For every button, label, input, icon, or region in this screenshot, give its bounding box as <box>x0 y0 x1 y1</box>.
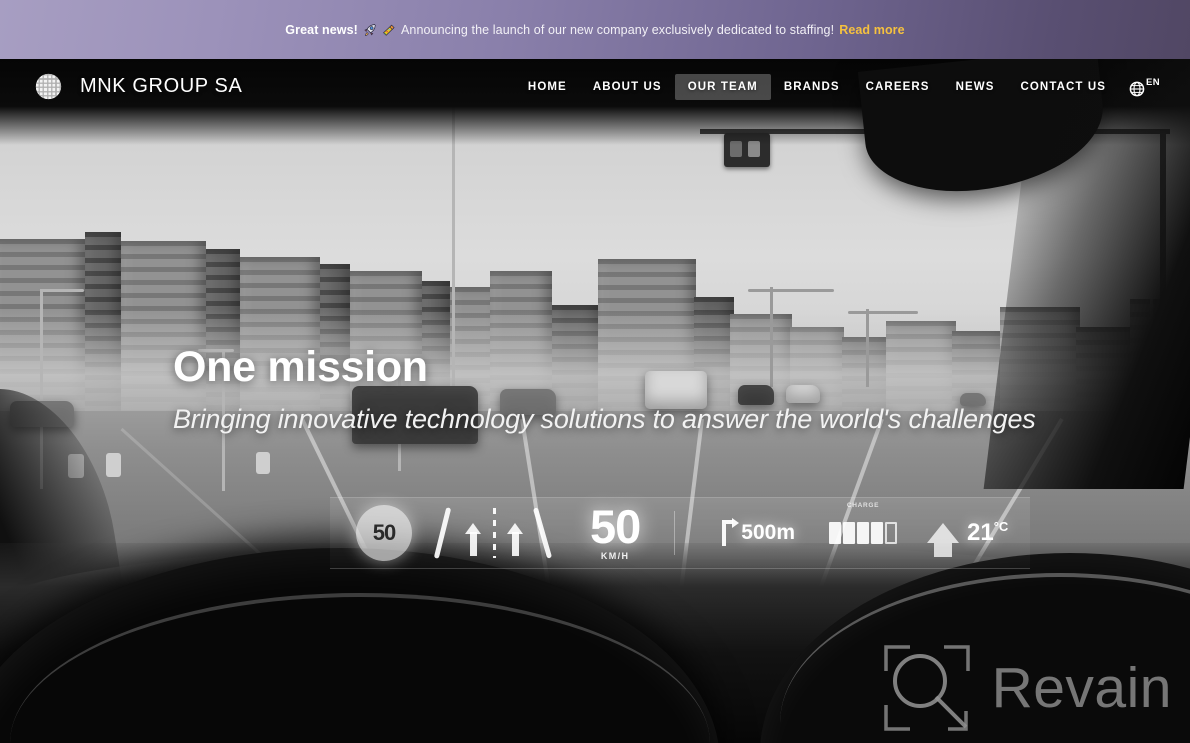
speed-limit-sign: 50 <box>356 505 412 561</box>
speed-value: 50 <box>590 500 641 554</box>
turn-arrow-icon <box>719 518 740 546</box>
announcement-text: Announcing the launch of our new company… <box>400 22 835 37</box>
announcement-banner: Great news! Announcing the launch of our… <box>0 0 1190 59</box>
nav-item-our-team[interactable]: OUR TEAM <box>674 73 771 100</box>
battery-bar <box>829 522 841 544</box>
rocket-emoji <box>363 23 377 37</box>
temperature-arrow-icon <box>927 523 959 557</box>
hud-divider <box>674 511 676 555</box>
outside-temperature: 21°C <box>927 498 1008 568</box>
lane-arrow-right <box>507 523 523 556</box>
hero-title: One mission <box>173 343 428 391</box>
site-header: MNK GROUP SA HOME ABOUT US OUR TEAM BRAN… <box>0 59 1190 114</box>
party-popper-emoji <box>382 23 396 37</box>
globe-mesh-logo-icon <box>30 68 67 105</box>
globe-icon <box>1129 81 1145 96</box>
revain-logo-icon <box>880 641 974 735</box>
nav-item-home[interactable]: HOME <box>515 74 580 100</box>
barrier <box>256 452 270 474</box>
construction-crane-arm <box>848 311 918 314</box>
battery-bar-empty <box>885 522 897 544</box>
lane-edge-left <box>433 507 452 559</box>
page-root: Great news! Announcing the launch of our… <box>0 0 1190 743</box>
brand-logo[interactable]: MNK GROUP SA <box>30 68 242 105</box>
hero-copy: One mission Bringing innovative technolo… <box>173 343 1036 435</box>
head-up-display: 50 50 KM/H 500m CHARGE 21°C <box>330 497 1030 569</box>
announcement-headline: Great news! <box>285 22 358 37</box>
language-selector[interactable]: EN <box>1119 77 1160 97</box>
nav-item-about-us[interactable]: ABOUT US <box>580 74 675 100</box>
lane-center-dashes <box>493 508 496 558</box>
lane-assist-icon <box>433 504 554 562</box>
current-speed: 50 KM/H <box>590 500 641 561</box>
announcement-content: Great news! Announcing the launch of our… <box>285 23 904 37</box>
battery-bars <box>829 522 897 544</box>
hero-subtitle: Bringing innovative technology solutions… <box>173 404 1036 435</box>
revain-wordmark: Revain <box>991 656 1172 720</box>
lane-edge-right <box>532 507 553 559</box>
temperature-reading: 21°C <box>967 519 1008 547</box>
street-lamp-arm <box>40 289 84 292</box>
nav-item-news[interactable]: NEWS <box>943 74 1008 100</box>
speed-limit-value: 50 <box>372 520 397 545</box>
main-navigation: HOME ABOUT US OUR TEAM BRANDS CAREERS NE… <box>515 73 1160 100</box>
nav-item-brands[interactable]: BRANDS <box>771 74 853 100</box>
barrier <box>106 453 121 477</box>
language-code: EN <box>1146 76 1160 88</box>
temperature-value: 21 <box>967 519 994 546</box>
battery-bar <box>871 522 883 544</box>
battery-bar <box>857 522 869 544</box>
distance-value: 500m <box>741 521 795 544</box>
revain-watermark: Revain <box>880 641 1172 735</box>
charge-label: CHARGE <box>846 502 880 509</box>
speed-unit: KM/H <box>600 550 630 561</box>
nav-item-careers[interactable]: CAREERS <box>853 74 943 100</box>
construction-crane-arm <box>748 289 834 292</box>
navigation-distance: 500m <box>719 518 795 546</box>
nav-item-contact-us[interactable]: CONTACT US <box>1007 74 1119 100</box>
battery-bar <box>843 522 855 544</box>
read-more-link[interactable]: Read more <box>839 23 905 37</box>
lane-arrow-left <box>465 523 481 556</box>
charge-indicator: CHARGE <box>829 498 897 568</box>
temperature-unit: °C <box>993 519 1009 534</box>
brand-name: MNK GROUP SA <box>80 75 243 97</box>
